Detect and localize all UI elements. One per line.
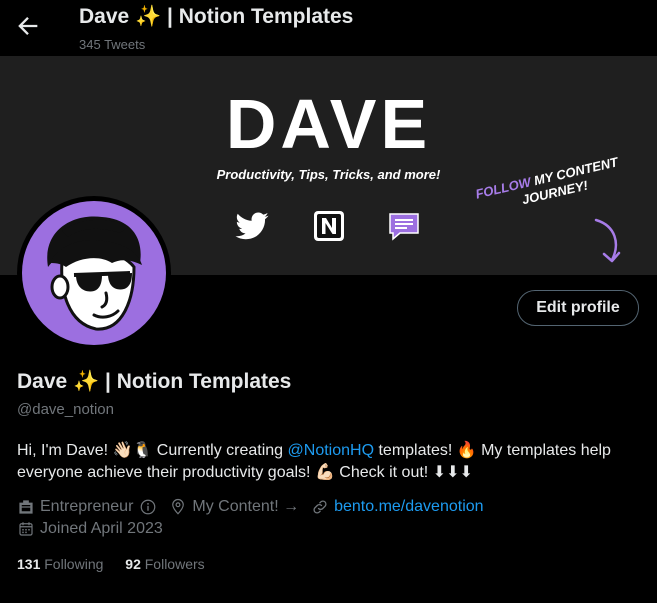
category-text: Entrepreneur: [40, 498, 134, 515]
header-title: Dave ✨ | Notion Templates: [79, 5, 354, 28]
location-text: My Content! →: [192, 498, 300, 515]
profile-bio: Hi, I'm Dave! 👋🏻🐧 Currently creating @No…: [17, 440, 647, 484]
following-count: 131: [17, 556, 41, 572]
followers-label: Followers: [144, 556, 205, 572]
bio-text: Hi, I'm Dave! 👋🏻🐧 Currently creating: [17, 442, 288, 459]
link-icon: [313, 500, 327, 514]
profile-name: Dave ✨ | Notion Templates: [17, 370, 292, 393]
followers-count: 92: [125, 556, 141, 572]
website-item: bento.me/davenotion: [311, 498, 484, 516]
info-icon[interactable]: [139, 498, 157, 516]
chat-bubble-icon: [389, 213, 419, 241]
profile-handle: @dave_notion: [17, 401, 114, 418]
tweet-count: 345 Tweets: [79, 37, 146, 52]
banner-title: DAVE: [225, 85, 432, 163]
avatar[interactable]: [17, 196, 171, 350]
joined-row: Joined April 2023: [17, 519, 163, 539]
location-pin-icon: [172, 498, 185, 515]
bio-mention-link[interactable]: @NotionHQ: [288, 442, 375, 459]
top-bar: Dave ✨ | Notion Templates 345 Tweets: [0, 0, 657, 56]
following-link[interactable]: 131 Following: [17, 556, 103, 572]
followers-link[interactable]: 92 Followers: [125, 556, 204, 572]
calendar-icon: [19, 522, 33, 536]
location-item: My Content! →: [169, 498, 299, 516]
profile-meta: Entrepreneur My Content! → bento.me/dave…: [17, 497, 496, 517]
joined-text: Joined April 2023: [40, 520, 163, 537]
website-link[interactable]: bento.me/davenotion: [334, 498, 483, 516]
twitter-bird-icon: [235, 212, 269, 240]
avatar-image: [22, 201, 166, 345]
curved-arrow-icon: [594, 218, 621, 263]
follow-stats: 131 Following 92 Followers: [17, 556, 223, 572]
briefcase-icon: [19, 500, 33, 514]
following-label: Following: [44, 556, 104, 572]
edit-profile-button[interactable]: Edit profile: [517, 290, 639, 326]
cartoon-face-icon: [47, 216, 142, 331]
back-arrow-icon[interactable]: [14, 12, 42, 40]
notion-logo-icon: [314, 211, 344, 241]
category-item: Entrepreneur: [17, 498, 157, 516]
